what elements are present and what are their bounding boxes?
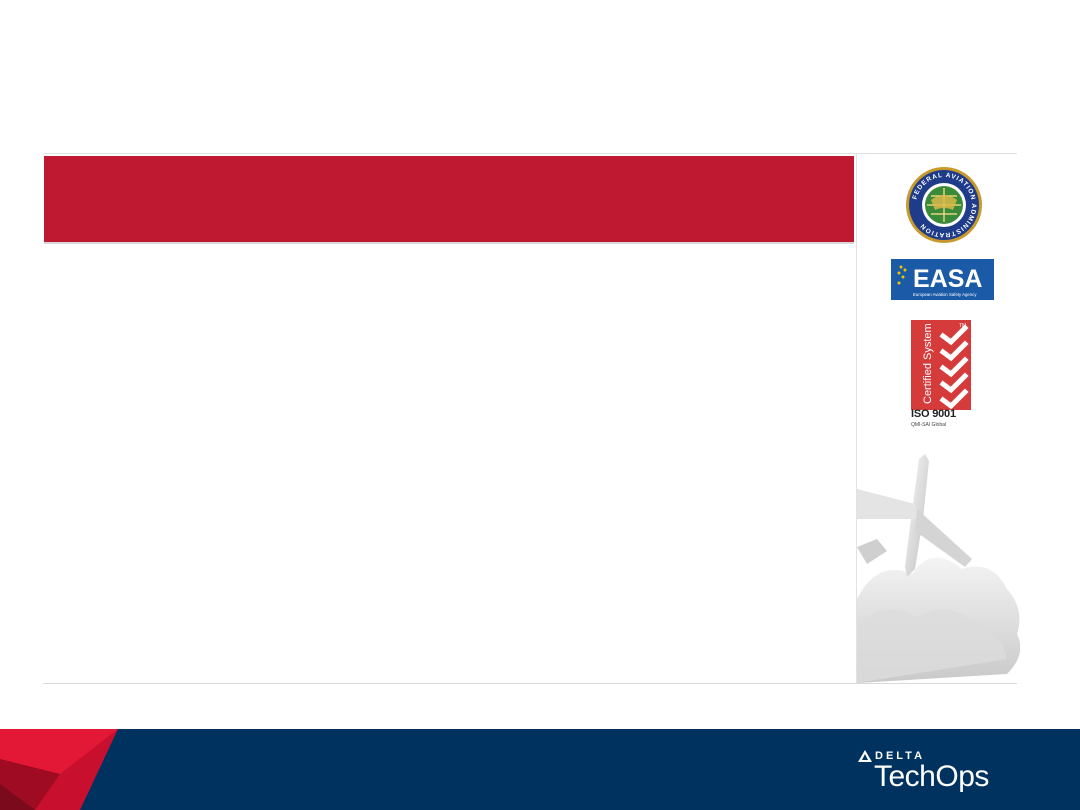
easa-logo-icon: EASA European Aviation Safety Agency [891, 259, 994, 300]
iso-label: ISO 9001 [911, 408, 956, 420]
bottom-divider [43, 683, 1017, 684]
iso-registrar: QMI-SAI Global [911, 422, 947, 428]
faa-seal-icon: FEDERAL AVIATION ADMINISTRATION [906, 167, 982, 243]
delta-widget-icon [0, 729, 118, 810]
slide-content [44, 250, 844, 670]
svg-text:TM: TM [959, 323, 966, 329]
slide-title-bar [44, 156, 854, 244]
svg-text:EASA: EASA [913, 265, 982, 293]
delta-triangle-icon [858, 750, 872, 762]
techops-wordmark: TechOps [874, 760, 989, 793]
airplane-illustration [857, 454, 1020, 683]
certification-sidebar: FEDERAL AVIATION ADMINISTRATION EASA Eur… [857, 154, 1020, 683]
svg-text:Certified System: Certified System [922, 323, 934, 404]
svg-text:European Aviation Safety Agenc: European Aviation Safety Agency [913, 292, 977, 297]
